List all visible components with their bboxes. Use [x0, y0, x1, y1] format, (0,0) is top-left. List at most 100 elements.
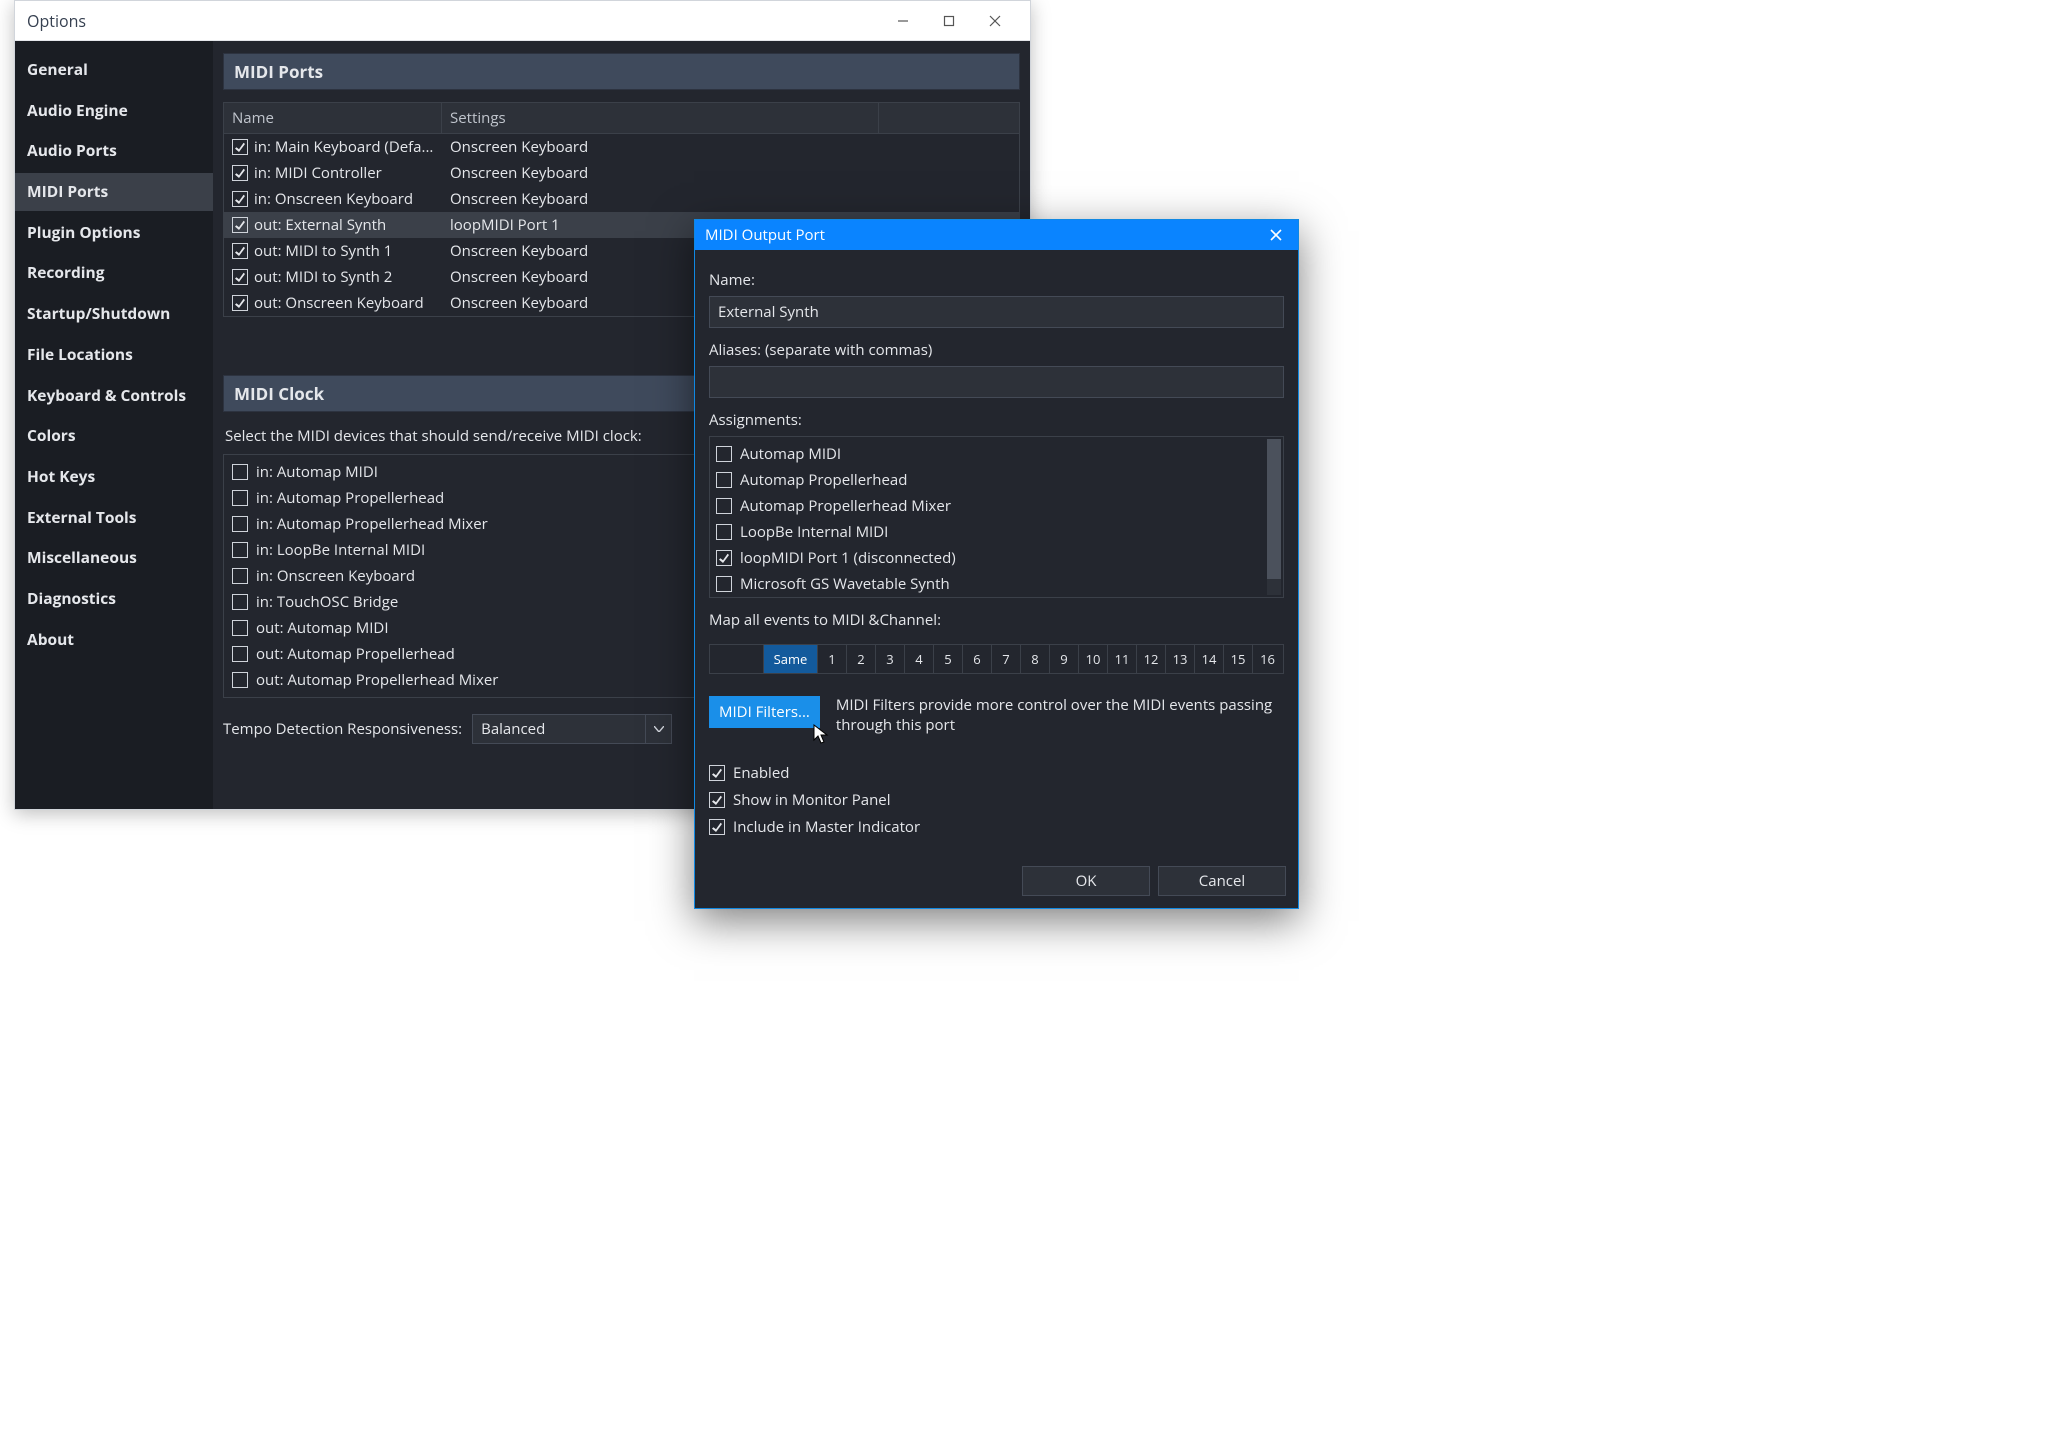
channel-16-button[interactable]: 16 [1253, 645, 1282, 673]
sidebar-item-diagnostics[interactable]: Diagnostics [15, 580, 213, 618]
clock-device-checkbox[interactable] [232, 594, 248, 610]
dialog-close-button[interactable] [1264, 228, 1288, 242]
channel-10-button[interactable]: 10 [1079, 645, 1108, 673]
name-input[interactable] [709, 296, 1284, 328]
port-name: out: MIDI to Synth 1 [254, 241, 392, 261]
sidebar-item-about[interactable]: About [15, 621, 213, 659]
channel-6-button[interactable]: 6 [963, 645, 992, 673]
channel-9-button[interactable]: 9 [1050, 645, 1079, 673]
aliases-input[interactable] [709, 366, 1284, 398]
assignment-checkbox[interactable] [716, 498, 732, 514]
channel-12-button[interactable]: 12 [1137, 645, 1166, 673]
port-row-checkbox[interactable] [232, 295, 248, 311]
channel-7-button[interactable]: 7 [992, 645, 1021, 673]
ports-row[interactable]: in: Onscreen Keyboard Onscreen Keyboard [224, 186, 1019, 212]
tempo-select-value: Balanced [473, 719, 645, 739]
port-settings: Onscreen Keyboard [450, 293, 588, 313]
clock-device-label: in: TouchOSC Bridge [256, 592, 398, 612]
assignment-row[interactable]: Automap Propellerhead [714, 467, 1261, 493]
name-label: Name: [709, 264, 1284, 296]
port-settings: loopMIDI Port 1 [450, 215, 560, 235]
sidebar-item-general[interactable]: General [15, 51, 213, 89]
sidebar-item-midi-ports[interactable]: MIDI Ports [15, 173, 213, 211]
port-row-checkbox[interactable] [232, 191, 248, 207]
clock-device-label: out: Automap Propellerhead Mixer [256, 670, 498, 690]
port-row-checkbox[interactable] [232, 269, 248, 285]
midi-filters-description: MIDI Filters provide more control over t… [836, 696, 1284, 735]
port-row-checkbox[interactable] [232, 165, 248, 181]
clock-device-checkbox[interactable] [232, 568, 248, 584]
assignment-row[interactable]: Microsoft GS Wavetable Synth [714, 571, 1261, 597]
assignment-label: Automap Propellerhead Mixer [740, 496, 951, 516]
port-name: in: Onscreen Keyboard [254, 189, 413, 209]
close-button[interactable] [972, 5, 1018, 37]
sidebar-item-recording[interactable]: Recording [15, 254, 213, 292]
enabled-checkbox[interactable] [709, 765, 725, 781]
assignment-row[interactable]: Automap MIDI [714, 441, 1261, 467]
clock-device-label: in: LoopBe Internal MIDI [256, 540, 425, 560]
midi-filters-button[interactable]: MIDI Filters... [709, 696, 820, 728]
sidebar-item-startup-shutdown[interactable]: Startup/Shutdown [15, 295, 213, 333]
channel-15-button[interactable]: 15 [1224, 645, 1253, 673]
sidebar-item-audio-ports[interactable]: Audio Ports [15, 132, 213, 170]
channel-3-button[interactable]: 3 [876, 645, 905, 673]
clock-device-checkbox[interactable] [232, 516, 248, 532]
sidebar-item-keyboard-controls[interactable]: Keyboard & Controls [15, 377, 213, 415]
clock-device-checkbox[interactable] [232, 620, 248, 636]
sidebar-item-miscellaneous[interactable]: Miscellaneous [15, 539, 213, 577]
port-settings: Onscreen Keyboard [450, 137, 588, 157]
assignment-checkbox[interactable] [716, 446, 732, 462]
port-row-checkbox[interactable] [232, 243, 248, 259]
scrollbar-thumb[interactable] [1267, 439, 1281, 579]
port-row-checkbox[interactable] [232, 217, 248, 233]
channel-gap [710, 645, 764, 673]
channel-same-button[interactable]: Same [764, 645, 818, 673]
sidebar-item-hot-keys[interactable]: Hot Keys [15, 458, 213, 496]
section-midi-ports-header: MIDI Ports [223, 53, 1020, 90]
clock-device-checkbox[interactable] [232, 646, 248, 662]
ports-col-name[interactable]: Name [224, 103, 442, 133]
sidebar-item-external-tools[interactable]: External Tools [15, 499, 213, 537]
clock-device-checkbox[interactable] [232, 464, 248, 480]
include-master-label: Include in Master Indicator [733, 817, 920, 837]
channel-1-button[interactable]: 1 [818, 645, 847, 673]
port-row-checkbox[interactable] [232, 139, 248, 155]
channel-5-button[interactable]: 5 [934, 645, 963, 673]
clock-device-checkbox[interactable] [232, 672, 248, 688]
channel-14-button[interactable]: 14 [1195, 645, 1224, 673]
ports-row[interactable]: in: Main Keyboard (Defa...Onscreen Keybo… [224, 134, 1019, 160]
aliases-label: Aliases: (separate with commas) [709, 328, 1284, 366]
sidebar-item-plugin-options[interactable]: Plugin Options [15, 214, 213, 252]
assignment-checkbox[interactable] [716, 550, 732, 566]
clock-device-checkbox[interactable] [232, 490, 248, 506]
midi-output-port-dialog: MIDI Output Port Name: Aliases: (separat… [694, 219, 1299, 909]
assignment-row[interactable]: LoopBe Internal MIDI [714, 519, 1261, 545]
show-in-monitor-checkbox[interactable] [709, 792, 725, 808]
channel-4-button[interactable]: 4 [905, 645, 934, 673]
channel-2-button[interactable]: 2 [847, 645, 876, 673]
cancel-button[interactable]: Cancel [1158, 866, 1286, 896]
channel-11-button[interactable]: 11 [1108, 645, 1137, 673]
include-master-checkbox[interactable] [709, 819, 725, 835]
sidebar-item-colors[interactable]: Colors [15, 417, 213, 455]
maximize-button[interactable] [926, 5, 972, 37]
assignment-row[interactable]: loopMIDI Port 1 (disconnected) [714, 545, 1261, 571]
assignment-checkbox[interactable] [716, 576, 732, 592]
clock-device-checkbox[interactable] [232, 542, 248, 558]
ports-row[interactable]: in: MIDI ControllerOnscreen Keyboard [224, 160, 1019, 186]
ok-button[interactable]: OK [1022, 866, 1150, 896]
channel-8-button[interactable]: 8 [1021, 645, 1050, 673]
assignment-row[interactable]: Automap Propellerhead Mixer [714, 493, 1261, 519]
sidebar-item-audio-engine[interactable]: Audio Engine [15, 92, 213, 130]
assignment-checkbox[interactable] [716, 472, 732, 488]
ports-col-settings[interactable]: Settings [442, 103, 879, 133]
clock-device-label: out: Automap Propellerhead [256, 644, 455, 664]
port-settings: Onscreen Keyboard [450, 163, 588, 183]
port-settings: Onscreen Keyboard [450, 189, 588, 209]
sidebar-item-file-locations[interactable]: File Locations [15, 336, 213, 374]
assignments-list[interactable]: Automap MIDIAutomap Propellerhead Automap… [709, 436, 1284, 598]
minimize-button[interactable] [880, 5, 926, 37]
assignment-checkbox[interactable] [716, 524, 732, 540]
tempo-select[interactable]: Balanced [472, 714, 672, 744]
channel-13-button[interactable]: 13 [1166, 645, 1195, 673]
